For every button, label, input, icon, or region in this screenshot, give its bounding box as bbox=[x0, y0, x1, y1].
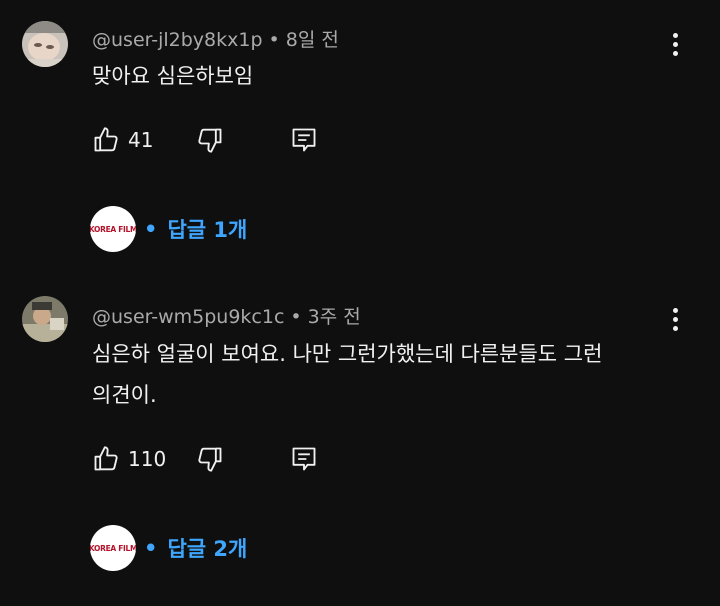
thumbs-down-icon bbox=[198, 447, 222, 472]
comment-text: 심은하 얼굴이 보여요. 나만 그런가했는데 다른분들도 그런 의견이. bbox=[92, 334, 682, 416]
timestamp: 8일 전 bbox=[285, 29, 339, 51]
view-replies-button[interactable]: KOREA FILM • 답글 2개 bbox=[90, 525, 247, 571]
dislike-button[interactable] bbox=[196, 123, 224, 157]
more-vert-icon[interactable] bbox=[664, 302, 686, 336]
username[interactable]: @user-jl2by8kx1p bbox=[92, 29, 263, 51]
reply-icon bbox=[292, 128, 316, 152]
channel-logo-text: KOREA FILM bbox=[90, 224, 136, 234]
channel-logo: KOREA FILM bbox=[90, 206, 136, 252]
thumbs-up-icon bbox=[94, 446, 118, 471]
comment-actions: 41 bbox=[92, 123, 332, 157]
dislike-button[interactable] bbox=[196, 442, 224, 476]
reply-separator-dot: • bbox=[144, 217, 158, 241]
channel-logo-text: KOREA FILM bbox=[90, 543, 136, 553]
like-button[interactable]: 41 bbox=[92, 123, 153, 157]
comment-text: 맞아요 심은하보임 bbox=[92, 56, 682, 97]
channel-logo: KOREA FILM bbox=[90, 525, 136, 571]
comment-actions: 110 bbox=[92, 442, 332, 476]
like-count: 110 bbox=[128, 447, 167, 471]
comment-text-line: 의견이. bbox=[92, 383, 157, 407]
comment-text-line: 심은하 얼굴이 보여요. 나만 그런가했는데 다른분들도 그런 bbox=[92, 342, 603, 366]
comment-text-line: 맞아요 심은하보임 bbox=[92, 64, 254, 88]
avatar[interactable] bbox=[22, 21, 68, 67]
replies-label: 답글 2개 bbox=[167, 537, 248, 561]
replies-label: 답글 1개 bbox=[167, 218, 248, 242]
separator-dot: • bbox=[290, 306, 302, 328]
thumbs-down-icon bbox=[198, 128, 222, 153]
like-count: 41 bbox=[128, 128, 154, 152]
thumbs-up-icon bbox=[94, 127, 118, 152]
comment-meta: @user-jl2by8kx1p • 8일 전 bbox=[92, 25, 339, 52]
reply-button[interactable] bbox=[290, 442, 318, 476]
view-replies-button[interactable]: KOREA FILM • 답글 1개 bbox=[90, 206, 247, 252]
separator-dot: • bbox=[268, 29, 280, 51]
reply-separator-dot: • bbox=[144, 536, 158, 560]
username[interactable]: @user-wm5pu9kc1c bbox=[92, 306, 284, 328]
timestamp: 3주 전 bbox=[307, 306, 361, 328]
avatar[interactable] bbox=[22, 296, 68, 342]
comment-meta: @user-wm5pu9kc1c • 3주 전 bbox=[92, 302, 361, 329]
reply-button[interactable] bbox=[290, 123, 318, 157]
avatar-image bbox=[22, 296, 68, 342]
like-button[interactable]: 110 bbox=[92, 442, 166, 476]
avatar-image bbox=[22, 21, 68, 67]
reply-icon bbox=[292, 447, 316, 471]
